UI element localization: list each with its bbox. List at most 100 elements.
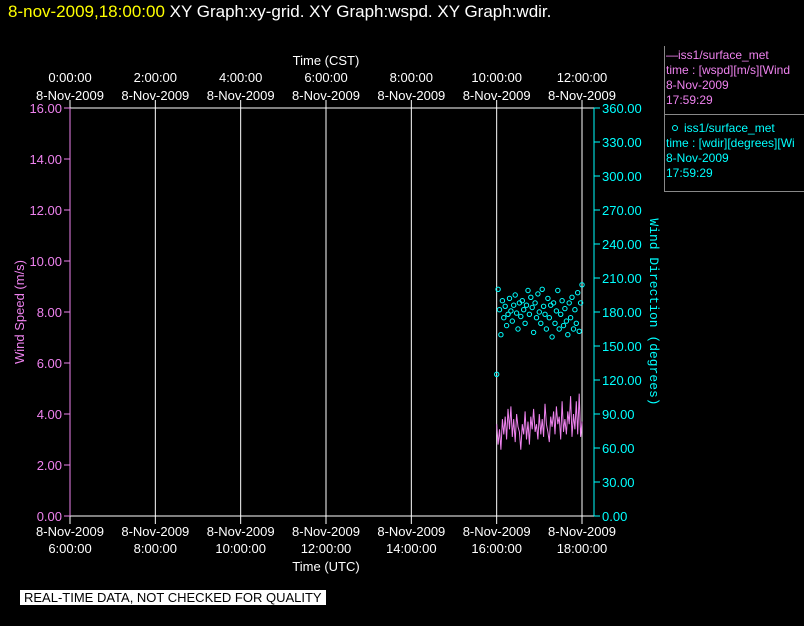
wdir-data-point <box>502 303 508 309</box>
wdir-data-point <box>545 295 551 302</box>
wdir-data-point <box>528 294 534 300</box>
quality-watermark: REAL-TIME DATA, NOT CHECKED FOR QUALITY <box>20 590 326 605</box>
x-tick-time-label: 14:00:00 <box>386 541 437 556</box>
right-tick-label: 30.00 <box>602 475 635 490</box>
wdir-data-point <box>501 315 507 321</box>
top-axis-title: Time (CST) <box>293 53 360 68</box>
legend-wdir-desc: time : [wdir][degrees][Wi <box>666 136 795 150</box>
x-tick-date-label: 8-Nov-2009 <box>292 524 360 539</box>
x-tick-date-label: 8-Nov-2009 <box>207 524 275 539</box>
right-tick-label: 120.00 <box>602 373 642 388</box>
wspd-series-line <box>496 393 583 450</box>
left-tick-label: 14.00 <box>29 152 62 167</box>
wdir-data-point <box>508 308 514 314</box>
right-tick-label: 180.00 <box>602 305 642 320</box>
x-tick-time-label: 10:00:00 <box>215 541 266 556</box>
legend-wdir-marker-icon <box>672 125 678 131</box>
right-tick-label: 60.00 <box>602 441 635 456</box>
right-tick-label: 0.00 <box>602 509 627 524</box>
x-tick-date-label: 8-Nov-2009 <box>377 524 445 539</box>
wdir-data-point <box>529 304 535 311</box>
wdir-data-point <box>511 302 517 308</box>
legend-wspd: —iss1/surface_met time : [wspd][m/s][Win… <box>666 48 804 108</box>
top-tick-time-label: 10:00:00 <box>471 70 522 85</box>
legend-wspd-time: 17:59:29 <box>666 93 713 107</box>
wdir-data-point <box>533 315 540 321</box>
wdir-data-point <box>559 298 565 304</box>
wdir-data-point <box>518 313 524 320</box>
left-tick-label: 4.00 <box>37 407 62 422</box>
wdir-data-point <box>552 320 558 326</box>
top-tick-time-label: 8:00:00 <box>390 70 433 85</box>
wdir-data-point <box>499 298 506 304</box>
legend-wdir-title-row: iss1/surface_met <box>666 121 804 136</box>
x-axis-title: Time (UTC) <box>292 559 359 574</box>
legend-bottom-border <box>664 191 804 192</box>
legend-wspd-desc: time : [wspd][m/s][Wind <box>666 63 791 77</box>
wdir-data-point <box>509 318 515 324</box>
wdir-data-point <box>542 311 548 317</box>
legend-separator <box>664 114 804 115</box>
x-tick-time-label: 8:00:00 <box>134 541 177 556</box>
wdir-data-point <box>575 290 581 296</box>
left-tick-label: 6.00 <box>37 356 62 371</box>
wdir-data-point <box>539 286 545 292</box>
wdir-data-point <box>562 305 568 312</box>
x-tick-date-label: 8-Nov-2009 <box>121 524 189 539</box>
right-tick-label: 150.00 <box>602 339 642 354</box>
wdir-data-point <box>556 326 562 332</box>
top-tick-date-label: 8-Nov-2009 <box>121 88 189 103</box>
wdir-data-point <box>549 334 555 340</box>
x-tick-date-label: 8-Nov-2009 <box>36 524 104 539</box>
wdir-data-point <box>570 326 577 332</box>
right-tick-label: 360.00 <box>602 101 642 116</box>
right-tick-label: 90.00 <box>602 407 635 422</box>
wdir-data-point <box>521 307 527 313</box>
top-tick-time-label: 4:00:00 <box>219 70 262 85</box>
legend-wdir-date: 8-Nov-2009 <box>666 151 729 165</box>
wdir-data-point <box>563 318 570 324</box>
wdir-data-point <box>567 315 574 321</box>
left-tick-label: 10.00 <box>29 254 62 269</box>
top-tick-time-label: 6:00:00 <box>304 70 347 85</box>
wdir-data-point <box>538 320 544 326</box>
wdir-data-point <box>498 332 504 338</box>
x-tick-time-label: 12:00:00 <box>301 541 352 556</box>
x-tick-time-label: 16:00:00 <box>471 541 522 556</box>
wdir-data-point <box>523 302 530 308</box>
left-axis-title: Wind Speed (m/s) <box>12 260 27 364</box>
wdir-data-point <box>555 287 561 294</box>
wdir-data-point <box>569 294 575 300</box>
legend-wspd-date: 8-Nov-2009 <box>666 78 729 92</box>
top-tick-date-label: 8-Nov-2009 <box>207 88 275 103</box>
left-tick-label: 16.00 <box>29 101 62 116</box>
legend-wspd-title: —iss1/surface_met <box>666 48 769 62</box>
wdir-data-point <box>560 322 567 329</box>
wdir-data-point <box>496 307 503 313</box>
top-tick-time-label: 0:00:00 <box>48 70 91 85</box>
wdir-data-point <box>566 300 572 306</box>
left-tick-label: 0.00 <box>37 509 62 524</box>
left-tick-label: 12.00 <box>29 203 62 218</box>
legend-wdir: iss1/surface_met time : [wdir][degrees][… <box>666 121 804 181</box>
wdir-data-point <box>553 308 560 314</box>
wdir-data-point <box>558 311 564 317</box>
wdir-data-point <box>576 328 582 334</box>
wdir-data-point <box>503 322 510 329</box>
wdir-data-point <box>546 315 552 321</box>
right-tick-label: 240.00 <box>602 237 642 252</box>
legend-divider-vertical <box>664 46 665 192</box>
right-tick-label: 210.00 <box>602 271 642 286</box>
legend-wdir-time: 17:59:29 <box>666 166 713 180</box>
wdir-data-point <box>572 307 578 313</box>
wdir-data-point <box>532 300 538 306</box>
right-axis-title: Wind Direction (degrees) <box>646 218 661 405</box>
x-tick-date-label: 8-Nov-2009 <box>463 524 531 539</box>
wdir-data-point <box>573 320 579 326</box>
right-tick-label: 300.00 <box>602 169 642 184</box>
wdir-data-point <box>536 309 542 315</box>
wdir-data-point <box>513 310 520 316</box>
right-tick-label: 330.00 <box>602 135 642 150</box>
x-tick-time-label: 6:00:00 <box>48 541 91 556</box>
wdir-data-point <box>506 295 513 302</box>
